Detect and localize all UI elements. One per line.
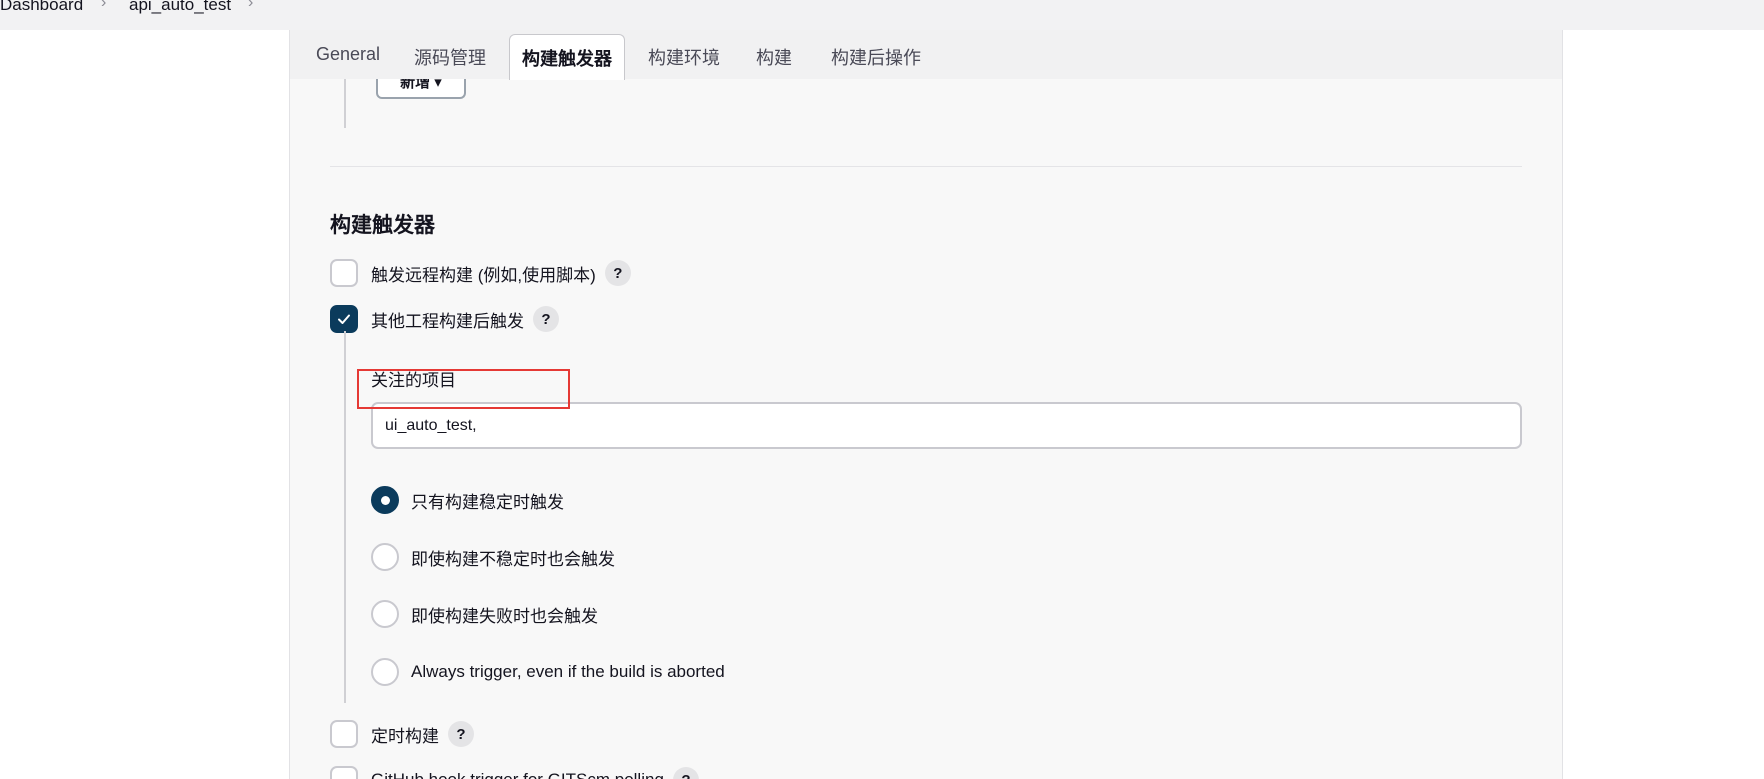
config-tabs: General 源码管理 构建触发器 构建环境 构建 构建后操作 [290,30,1562,80]
trigger-after-other-projects: 其他工程构建后触发 ? [330,305,559,333]
trigger-github-hook: GitHub hook trigger for GITScm polling ? [330,766,699,779]
section-divider [330,166,1522,167]
always-radio[interactable] [371,658,399,686]
github-hook-checkbox[interactable] [330,766,358,779]
watched-projects-label: 关注的项目 [371,371,456,390]
scheduled-build-checkbox[interactable] [330,720,358,748]
after-other-projects-label[interactable]: 其他工程构建后触发 [371,307,524,332]
github-hook-label[interactable]: GitHub hook trigger for GITScm polling [371,770,664,779]
breadcrumb-dashboard[interactable]: Dashboard [0,0,83,15]
trigger-scheduled-build: 定时构建 ? [330,720,474,748]
after-other-projects-checkbox[interactable] [330,305,358,333]
remote-build-label[interactable]: 触发远程构建 (例如,使用脚本) [371,261,596,286]
failed-label[interactable]: 即使构建失败时也会触发 [411,602,598,627]
radio-dot [380,495,390,505]
help-icon[interactable]: ? [672,767,699,779]
trigger-remote-build: 触发远程构建 (例如,使用脚本) ? [330,259,631,287]
tab-build-environment[interactable]: 构建环境 [648,44,720,70]
stable-only-label[interactable]: 只有构建稳定时触发 [411,488,564,513]
tab-build[interactable]: 构建 [756,44,792,70]
check-icon [338,314,350,324]
remote-build-checkbox[interactable] [330,259,358,287]
scheduled-build-label[interactable]: 定时构建 [371,722,439,747]
tab-build-triggers[interactable]: 构建触发器 [509,34,625,80]
breadcrumb-project[interactable]: api_auto_test [129,0,231,15]
always-label[interactable]: Always trigger, even if the build is abo… [411,662,725,682]
tab-source-management[interactable]: 源码管理 [414,44,486,70]
tab-post-build-actions[interactable]: 构建后操作 [831,44,921,70]
condition-stable-only: 只有构建稳定时触发 [371,486,564,514]
unstable-label[interactable]: 即使构建不稳定时也会触发 [411,545,615,570]
condition-always: Always trigger, even if the build is abo… [371,658,725,686]
chevron-right-icon[interactable]: › [248,0,253,12]
condition-unstable: 即使构建不稳定时也会触发 [371,543,615,571]
nested-indent-line [344,79,346,128]
unstable-radio[interactable] [371,543,399,571]
config-panel: General 源码管理 构建触发器 构建环境 构建 构建后操作 新增 ▾ 构建… [289,30,1563,779]
chevron-right-icon: › [101,0,107,11]
tab-general[interactable]: General [316,44,380,65]
help-icon[interactable]: ? [604,260,631,286]
failed-radio[interactable] [371,600,399,628]
help-icon[interactable]: ? [448,721,474,747]
section-title: 构建触发器 [330,214,435,237]
breadcrumb-bar: Dashboard › api_auto_test › [0,0,1764,30]
add-button[interactable]: 新增 ▾ [376,79,466,99]
condition-failed: 即使构建失败时也会触发 [371,600,598,628]
watched-projects-input[interactable] [371,402,1522,449]
help-icon[interactable]: ? [533,306,559,332]
nested-indent-line [344,331,346,703]
stable-only-radio[interactable] [371,486,399,514]
